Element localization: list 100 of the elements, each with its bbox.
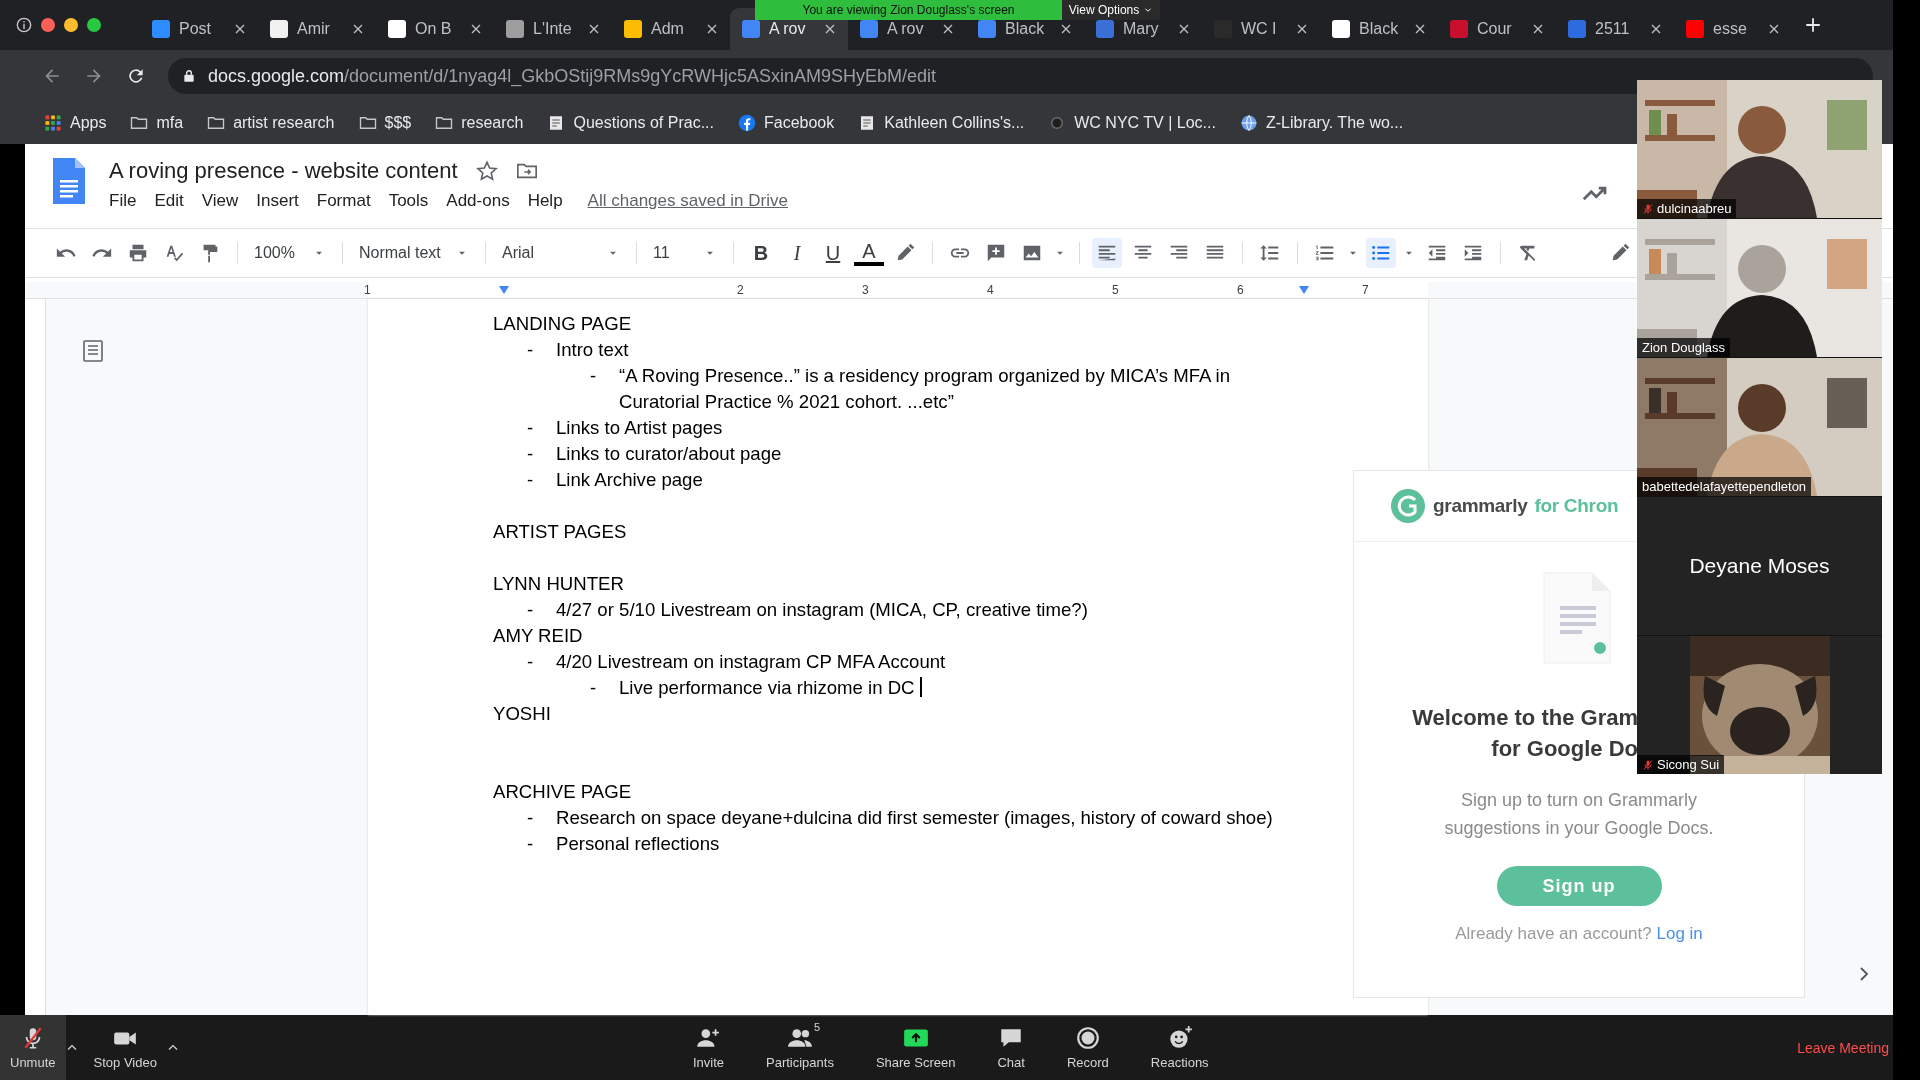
video-tile[interactable]: babettedelafayettependleton xyxy=(1637,358,1882,496)
list-item-text: Intro text xyxy=(556,338,629,362)
bookmark[interactable]: Facebook xyxy=(738,114,835,132)
ruler-number: 6 xyxy=(1237,283,1244,297)
browser-tab[interactable]: 2511 xyxy=(1556,8,1674,50)
reactions-button[interactable]: Reactions xyxy=(1140,1015,1219,1080)
tab-title: 2511 xyxy=(1595,20,1631,38)
menu-item[interactable]: View xyxy=(192,188,248,214)
record-button[interactable]: Record xyxy=(1056,1015,1119,1080)
ruler-number: 2 xyxy=(737,283,744,297)
view-options-menu[interactable]: View Options xyxy=(1062,0,1160,20)
participant-name: Deyane Moses xyxy=(1689,554,1830,578)
welcome-heading: Welcome to the Gram xyxy=(1411,704,1638,732)
welcome-heading: for Google Do xyxy=(1490,735,1638,763)
style-dropdown[interactable]: Normal text xyxy=(355,238,473,268)
list-item-text: 4/20 Livestream on instagram CP MFA Account xyxy=(556,650,946,674)
menu-item[interactable]: Insert xyxy=(247,188,308,214)
bookmark[interactable]: Apps xyxy=(44,114,107,132)
signup-description: Sign up to turn on Grammarly suggestions in your Google Docs. xyxy=(1443,789,1715,840)
tab-title: On B xyxy=(415,20,453,38)
participant-name: dulcinaabreu xyxy=(1637,199,1737,218)
list-item-text: Links to Artist pages xyxy=(556,416,723,440)
ruler-number: 4 xyxy=(987,283,994,297)
list-item-text: Research on space deyane+dulcina did first semester (images, history of coward shoe) xyxy=(556,806,1273,830)
browser-tab[interactable]: Adm xyxy=(612,8,730,50)
dash-bullet: - xyxy=(589,676,598,700)
browser-tab[interactable]: Post xyxy=(140,8,258,50)
screen-sharing-toast: You are viewing Zion Douglass's screen xyxy=(755,0,1062,20)
font-dropdown[interactable]: Arial xyxy=(498,238,624,268)
unmute-button[interactable]: Unmute xyxy=(0,1015,66,1080)
menu-item[interactable]: File xyxy=(109,188,146,214)
participant-count: 5 xyxy=(813,1021,821,1033)
bookmark[interactable]: mfa xyxy=(130,114,184,132)
bookmark[interactable]: Kathleen Collins's... xyxy=(858,114,1025,132)
menu-item[interactable]: Edit xyxy=(145,188,193,214)
ruler-number: 1 xyxy=(364,283,371,297)
bold-button[interactable]: B xyxy=(746,238,776,268)
bookmark[interactable]: Z-Library. The wo... xyxy=(1239,114,1404,132)
menu-item[interactable]: Tools xyxy=(379,188,438,214)
menu-item[interactable]: Add-ons xyxy=(437,188,519,214)
participant-name: Zion Douglass xyxy=(1637,338,1731,357)
address-bar[interactable]: docs.google.com/document/d/1nyag4l_GkbOStij9RMs9gYcRWHjc5ASxinAM9SHyEbM/edit xyxy=(168,58,1873,94)
document-title[interactable]: A roving presence - website content xyxy=(109,158,458,184)
tab-title: Black xyxy=(1359,20,1400,38)
browser-tab[interactable]: L'Inte xyxy=(494,8,612,50)
bookmark[interactable]: WC NYC TV | Loc... xyxy=(1048,114,1216,132)
italic-button[interactable]: I xyxy=(782,238,812,268)
ruler-number: 3 xyxy=(862,283,869,297)
browser-tab[interactable]: Black xyxy=(1320,8,1438,50)
share-button[interactable]: Share Screen xyxy=(865,1015,966,1080)
brand-suffix: for Chron xyxy=(1534,495,1619,517)
save-status-link[interactable]: All changes saved in Drive xyxy=(587,191,788,211)
browser-tab[interactable]: Cour xyxy=(1438,8,1556,50)
browser-tab[interactable]: On B xyxy=(376,8,494,50)
list-item-text: Personal reflections xyxy=(556,832,720,856)
dash-bullet: - xyxy=(526,338,535,362)
heading-text: ARTIST PAGES xyxy=(493,520,627,544)
heading-text: AMY REID xyxy=(493,624,583,648)
heading-text: YOSHI xyxy=(493,702,551,726)
stop-video-button[interactable]: Stop Video xyxy=(83,1015,167,1080)
zoom-dropdown[interactable]: 100% xyxy=(250,238,330,268)
heading-text: LANDING PAGE xyxy=(493,312,632,336)
font-size-dropdown[interactable]: 11 xyxy=(649,238,721,268)
participants-button[interactable]: 5 Participants xyxy=(756,1015,844,1080)
chat-button[interactable]: Chat xyxy=(987,1015,1035,1080)
underline-button[interactable]: U xyxy=(818,238,848,268)
dash-bullet: - xyxy=(526,806,535,830)
list-item-text: “A Roving Presence..” is a residency program organized by MICA’s MFA in Curatorial Practice % 2021 cohort. ...etc” xyxy=(619,364,1232,414)
tab-title: Amir xyxy=(297,20,331,38)
url-domain: docs.google.com xyxy=(208,65,345,86)
tab-title: L'Inte xyxy=(533,20,573,38)
bookmark[interactable]: Questions of Prac... xyxy=(547,114,714,132)
bookmark[interactable]: $$$ xyxy=(358,114,412,132)
bookmark[interactable]: artist research xyxy=(207,114,335,132)
tab-title: A rov xyxy=(769,20,807,38)
menu-item[interactable]: Help xyxy=(518,188,572,214)
tab-title: Black xyxy=(1005,20,1046,38)
video-tile[interactable]: dulcinaabreu xyxy=(1637,80,1882,218)
dash-bullet: - xyxy=(526,598,535,622)
dash-bullet: - xyxy=(526,442,535,466)
browser-tab[interactable]: WC I xyxy=(1202,8,1320,50)
list-item-text: 4/27 or 5/10 Livestream on instagram (MICA, CP, creative time?) xyxy=(556,598,1088,622)
tab-title: A rov xyxy=(887,20,925,38)
tab-title: WC I xyxy=(1241,20,1278,38)
browser-tab[interactable]: esse xyxy=(1674,8,1792,50)
participant-name: babettedelafayettependleton xyxy=(1637,477,1812,496)
browser-tab[interactable]: Amir xyxy=(258,8,376,50)
account-prompt: Already have an account? xyxy=(1455,924,1652,943)
leave-meeting-button[interactable]: Leave Meeting xyxy=(1797,1039,1893,1056)
invite-button[interactable]: Invite xyxy=(682,1015,734,1080)
tab-title: Cour xyxy=(1477,20,1513,38)
video-tile[interactable]: Deyane Moses xyxy=(1637,497,1882,635)
video-tile[interactable]: Zion Douglass xyxy=(1637,219,1882,357)
dash-bullet: - xyxy=(526,832,535,856)
list-item-text: Live performance via rhizome in DC xyxy=(619,675,922,701)
bookmark[interactable]: research xyxy=(435,114,524,132)
text-color-button[interactable]: A xyxy=(854,240,884,266)
menu-item[interactable]: Format xyxy=(307,188,380,214)
tab-title: Adm xyxy=(651,20,685,38)
ruler-number: 5 xyxy=(1112,283,1119,297)
